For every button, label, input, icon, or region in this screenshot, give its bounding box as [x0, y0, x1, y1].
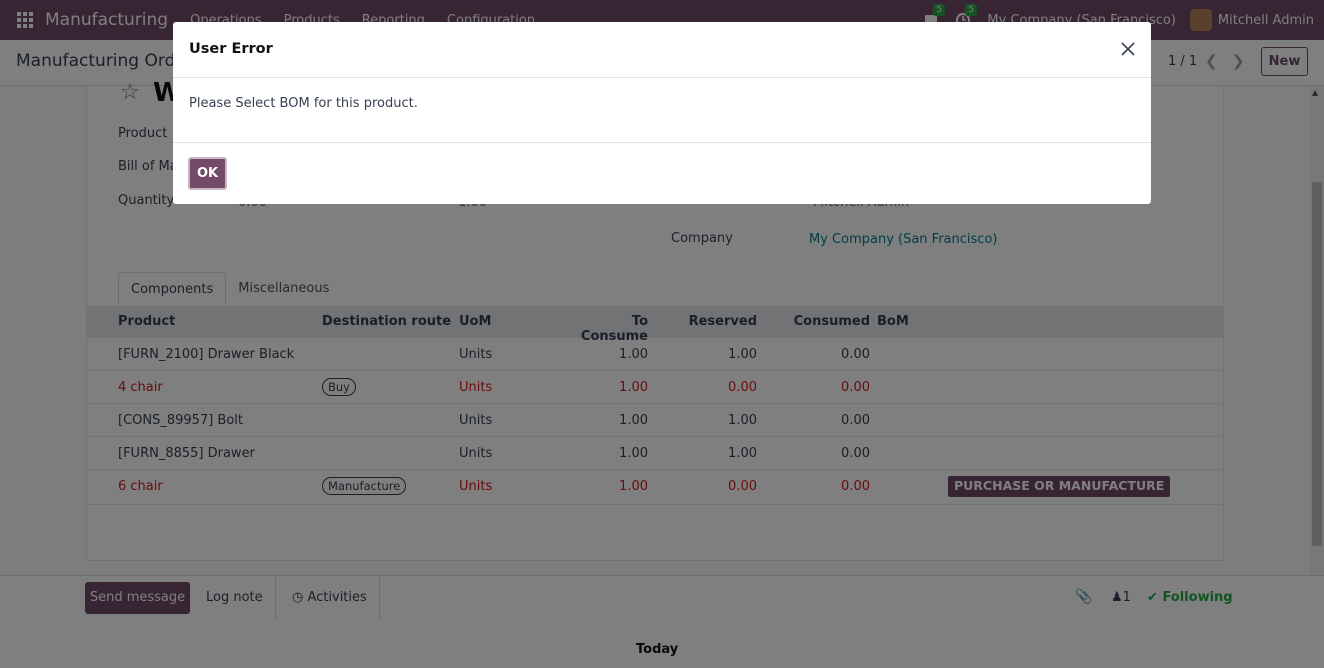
- ok-button[interactable]: OK: [188, 157, 227, 190]
- modal-header: User Error: [173, 22, 1151, 78]
- modal-message: Please Select BOM for this product.: [189, 96, 418, 111]
- close-icon[interactable]: [1119, 40, 1137, 58]
- modal-footer: OK: [173, 142, 1151, 204]
- user-error-dialog: User Error Please Select BOM for this pr…: [173, 22, 1151, 204]
- modal-title: User Error: [189, 41, 273, 57]
